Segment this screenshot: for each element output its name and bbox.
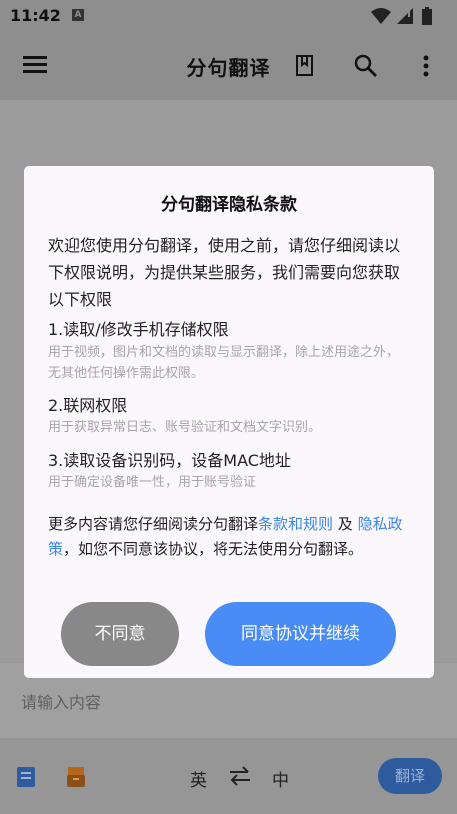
- archive-icon[interactable]: [66, 766, 86, 792]
- permission-description: 用于确定设备唯一性，用于账号验证: [48, 475, 257, 490]
- more-prefix: 更多内容请您仔细阅读分句翻译: [48, 515, 259, 533]
- agree-continue-button[interactable]: 同意协议并继续: [205, 602, 396, 666]
- and-text: 及: [333, 515, 358, 533]
- status-bar: 11:42 A: [0, 0, 457, 32]
- permission-description: 用于视频，图片和文档的读取与显示翻译，除上述用途之外，无其他任何操作需此权限。: [48, 345, 400, 381]
- signal-icon: [397, 8, 413, 24]
- swap-languages-icon[interactable]: [228, 766, 252, 790]
- more-suffix: ，如您不同意该协议，将无法使用分句翻译。: [63, 540, 364, 558]
- wifi-icon: [371, 8, 391, 24]
- dialog-title: 分句翻译隐私条款: [161, 195, 297, 215]
- permission-title: 1.读取/修改手机存储权限: [48, 320, 229, 339]
- permission-title: 3.读取设备识别码，设备MAC地址: [48, 451, 291, 470]
- bookmark-book-icon[interactable]: [295, 54, 315, 82]
- text-input-placeholder[interactable]: 请输入内容: [21, 689, 101, 713]
- permission-title: 2.联网权限: [48, 396, 128, 415]
- terms-link[interactable]: 条款和规则: [258, 515, 333, 533]
- app-title: 分句翻译: [186, 56, 271, 80]
- source-language[interactable]: 英: [190, 766, 207, 791]
- search-icon[interactable]: [354, 54, 378, 82]
- bottom-toolbar: 英 中 翻译: [0, 738, 457, 814]
- privacy-dialog: 分句翻译隐私条款 欢迎您使用分句翻译，使用之前，请您仔细阅读以下权限说明，为提供…: [24, 166, 434, 678]
- more-info-text: 更多内容请您仔细阅读分句翻译条款和规则 及 隐私政策，如您不同意该协议，将无法使…: [48, 512, 412, 562]
- document-icon[interactable]: [16, 766, 36, 792]
- permission-description: 用于获取异常日志、账号验证和文档文字识别。: [48, 420, 322, 435]
- more-vert-icon[interactable]: [420, 54, 432, 82]
- battery-icon: [422, 7, 432, 25]
- decline-button[interactable]: 不同意: [61, 602, 179, 666]
- app-bar: 分句翻译: [0, 32, 457, 100]
- status-icons: [367, 6, 447, 26]
- target-language[interactable]: 中: [272, 766, 289, 791]
- translate-button[interactable]: 翻译: [378, 758, 442, 794]
- notification-a-icon: A: [72, 9, 84, 21]
- status-time: 11:42: [10, 6, 61, 25]
- dialog-intro: 欢迎您使用分句翻译，使用之前，请您仔细阅读以下权限说明，为提供某些服务，我们需要…: [48, 236, 401, 309]
